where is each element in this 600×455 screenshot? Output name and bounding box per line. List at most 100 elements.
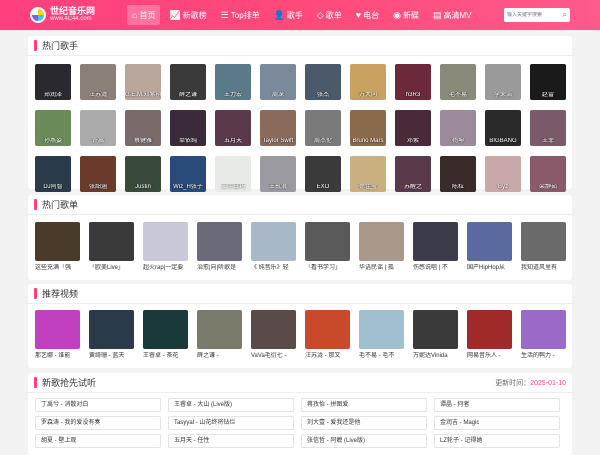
playlist-card[interactable]: 「看书学习」 <box>305 222 350 272</box>
song-link[interactable]: 罗森涛 - 我的爱没有奏 <box>35 416 161 430</box>
singer-card[interactable]: 徐佳莹 <box>350 156 386 192</box>
singer-card[interactable]: 蔡健雅 <box>125 110 161 146</box>
singer-card[interactable]: Wiz_H张子 <box>170 156 206 192</box>
singer-card[interactable]: 五月天 <box>215 110 251 146</box>
singer-card[interactable]: Taylor Swift <box>260 110 296 146</box>
video-card[interactable]: VaVa毛衍七 - <box>251 310 296 360</box>
singer-card[interactable]: 周杰伦 <box>305 110 341 146</box>
singer-card[interactable]: 单依纯 <box>170 110 206 146</box>
nav-item-5[interactable]: ♥ 电台 <box>351 5 384 25</box>
video-card[interactable]: 毛不易 - 毛不 <box>359 310 404 360</box>
song-link[interactable]: Tasyyal - 山花终将钻烂 <box>168 416 294 430</box>
singer-name: Justin <box>135 184 151 190</box>
nav-item-3[interactable]: 👤 歌手 <box>269 5 308 25</box>
song-link[interactable]: 胡夏 - 壁上观 <box>35 434 161 448</box>
video-title: 那艺娜 - 谁能 <box>35 353 71 359</box>
playlist-card[interactable]: 超火rap|一定要 <box>143 222 188 272</box>
singer-card[interactable]: 许嵩 <box>80 110 116 146</box>
song-link[interactable]: 蒋孜怡 - 拼图爱 <box>301 398 427 412</box>
video-card[interactable]: 薛之谦 - <box>197 310 242 360</box>
video-thumbnail <box>251 310 296 349</box>
singer-card[interactable]: 方大同 <box>350 64 386 100</box>
singer-card[interactable]: Bruno Mars <box>350 110 386 146</box>
video-title: VaVa毛衍七 - <box>251 353 287 359</box>
singer-name: 毛不易 <box>448 92 467 98</box>
video-thumbnail <box>359 310 404 349</box>
playlist-card[interactable]: 《 纯音乐》轻 <box>251 222 296 272</box>
singer-card[interactable]: 汪苏泷 <box>80 64 116 100</box>
video-card[interactable]: 王睿卓 - 茶花 <box>143 310 188 360</box>
playlist-title: 国产HipHop从 <box>467 265 506 271</box>
singer-card[interactable]: 周深 <box>260 64 296 100</box>
search-icon[interactable]: ⌕ <box>563 10 567 20</box>
singer-card[interactable]: 王贰浪 <box>260 156 296 192</box>
playlist-grid: 这些充满「强 「欧美Live」 超火rap|一定要 治愈|向|听歌是 《 纯音乐》轻 「看… <box>28 215 572 272</box>
song-link[interactable]: 刘大壹 - 爱我还是他 <box>301 416 427 430</box>
song-link[interactable]: 五月天 - 任性 <box>168 434 294 448</box>
singer-card[interactable]: G.E.M.邓紫棋 <box>125 64 161 100</box>
singer-card[interactable]: 邓紫 <box>395 110 431 146</box>
song-link[interactable]: 王睿卓 - 大山 (Live版) <box>168 398 294 412</box>
nav-item-2[interactable]: ☰ Top排单 <box>216 5 265 25</box>
song-link[interactable]: 张信哲 - 阿嬷 (Live版) <box>301 434 427 448</box>
video-card[interactable]: 网易音乐人 - <box>467 310 512 360</box>
playlist-cover <box>143 222 188 261</box>
singer-card[interactable]: 郑润泽 <box>35 64 71 100</box>
video-thumbnail <box>197 310 242 349</box>
singer-card[interactable]: 王字白巧 <box>215 156 251 192</box>
singer-card[interactable]: Byz <box>485 156 521 192</box>
song-link[interactable]: 谭晶 - 何者 <box>434 398 560 412</box>
singer-card[interactable]: EXO <box>305 156 341 192</box>
singer-card[interactable]: 毛不易 <box>440 64 476 100</box>
nav-item-7[interactable]: ▤ 高清MV <box>428 5 477 25</box>
singer-card[interactable]: 陈粒 <box>440 156 476 192</box>
singer-card[interactable]: 王菲 <box>530 110 566 146</box>
singer-name: 薛之谦 <box>178 92 197 98</box>
playlist-card[interactable]: 这些充满「强 <box>35 222 80 272</box>
playlist-cover <box>521 222 566 261</box>
nav-item-4[interactable]: ◇ 歌单 <box>312 5 347 25</box>
singer-card[interactable]: 孙燕姿 <box>35 110 71 146</box>
singer-card[interactable]: h3R3 <box>395 64 431 100</box>
song-link[interactable]: LZ轮子 - 记得她 <box>434 434 560 448</box>
song-link[interactable]: 金润吉 - Magic <box>434 416 560 430</box>
video-card[interactable]: 万妮达Vinida <box>413 310 458 360</box>
singer-card[interactable]: BIGBANG <box>485 110 521 146</box>
singer-name: 方大同 <box>358 92 377 98</box>
nav-item-6[interactable]: ◉ 新碟 <box>388 5 424 25</box>
playlist-cover <box>467 222 512 261</box>
site-logo[interactable]: 世纪音乐网 www.4C44.com <box>30 7 95 23</box>
singer-card[interactable]: 梁静茹 <box>530 156 566 192</box>
singer-card[interactable]: Justin <box>125 156 161 192</box>
search-input[interactable] <box>507 12 561 18</box>
playlist-card[interactable]: 治愈|向|听歌是 <box>197 222 242 272</box>
video-card[interactable]: 生活的鸭力 - <box>521 310 566 360</box>
video-card[interactable]: 汪苏泷 - 那又 <box>305 310 350 360</box>
singer-card[interactable]: 王力宏 <box>215 64 251 100</box>
singer-name: 李荣浩 <box>493 92 512 98</box>
video-card[interactable]: 黄绮珊 - 蓝天 <box>89 310 134 360</box>
playlist-title: 治愈|向|听歌是 <box>197 265 237 271</box>
singer-card[interactable]: 张韶涵 <box>80 156 116 192</box>
singer-name: Byz <box>497 184 508 190</box>
singer-card[interactable]: DJ阿智 <box>35 156 71 192</box>
playlist-card[interactable]: 华语民谣 | 孤 <box>359 222 404 272</box>
singer-name: Bruno Mars <box>352 138 384 144</box>
video-thumbnail <box>143 310 188 349</box>
playlist-card[interactable]: 我知道风里有 <box>521 222 566 272</box>
playlist-card[interactable]: 「欧美Live」 <box>89 222 134 272</box>
video-card[interactable]: 那艺娜 - 谁能 <box>35 310 80 360</box>
singer-card[interactable]: 杨坤 <box>440 110 476 146</box>
playlist-card[interactable]: 伤感说唱 | 不 <box>413 222 458 272</box>
singer-card[interactable]: 赵雷 <box>530 64 566 100</box>
singer-card[interactable]: 薛之谦 <box>170 64 206 100</box>
nav-item-1[interactable]: 📈 新歌榜 <box>164 5 211 25</box>
hot-playlists-title: 热门歌单 <box>42 200 79 210</box>
singer-card[interactable]: 张杰 <box>305 64 341 100</box>
singer-card[interactable]: 李荣浩 <box>485 64 521 100</box>
video-title: 黄绮珊 - 蓝天 <box>89 353 125 359</box>
song-link[interactable]: 丁禹兮 - 消散对白 <box>35 398 161 412</box>
singer-card[interactable]: 苏醒之 <box>395 156 431 192</box>
playlist-card[interactable]: 国产HipHop从 <box>467 222 512 272</box>
nav-item-0[interactable]: ⌂ 首页 <box>127 5 161 25</box>
